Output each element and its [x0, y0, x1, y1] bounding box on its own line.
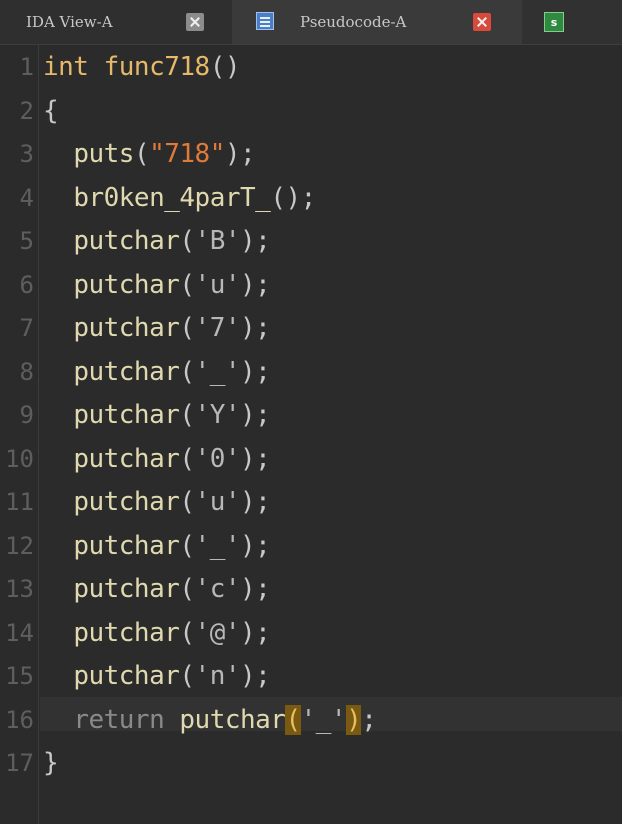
- function-call[interactable]: putchar: [73, 357, 180, 387]
- line-number: 5: [19, 227, 34, 255]
- char-literal: '7': [194, 313, 241, 343]
- close-icon[interactable]: [473, 13, 491, 31]
- highlighted-paren: (: [285, 704, 301, 735]
- line-number: 14: [5, 618, 34, 647]
- code-line: 2 {: [0, 89, 622, 133]
- code-text: putchar('_');: [73, 530, 271, 561]
- keyword: int: [43, 52, 89, 82]
- char-literal: '@': [194, 617, 241, 648]
- code-line: 16 return putchar('_');: [0, 698, 622, 742]
- code-line: 4 br0ken_4parT_();: [0, 176, 622, 220]
- line-number: 13: [5, 575, 34, 603]
- code-text: {: [43, 95, 59, 126]
- function-call[interactable]: putchar: [73, 400, 180, 430]
- code-line: 14 putchar('@');: [0, 611, 622, 655]
- function-call[interactable]: putchar: [73, 487, 180, 517]
- line-number: 7: [19, 314, 34, 342]
- function-call[interactable]: br0ken_4parT_: [73, 183, 271, 213]
- tab-label: Pseudocode-A: [300, 13, 407, 31]
- highlighted-paren: ): [346, 704, 362, 735]
- line-number: 6: [19, 270, 34, 299]
- code-text: }: [43, 748, 59, 778]
- char-literal: 'B': [194, 226, 241, 256]
- line-number: 2: [19, 96, 34, 125]
- code-line: 10 putchar('0');: [0, 437, 622, 481]
- tab-ida-view-a[interactable]: IDA View-A: [0, 0, 232, 44]
- tab-label: IDA View-A: [26, 13, 113, 31]
- function-name[interactable]: func718: [104, 52, 211, 82]
- code-line: 8 putchar('_');: [0, 350, 622, 394]
- tab-pseudocode-a[interactable]: Pseudocode-A: [232, 0, 522, 44]
- char-literal: '_': [194, 356, 241, 387]
- function-call[interactable]: putchar: [179, 705, 286, 735]
- line-number: 10: [5, 444, 34, 473]
- line-number: 1: [19, 53, 34, 81]
- char-literal: '_': [194, 530, 241, 561]
- function-call[interactable]: putchar: [73, 270, 180, 300]
- line-number: 9: [19, 401, 34, 429]
- code-line: 12 putchar('_');: [0, 524, 622, 568]
- function-call[interactable]: putchar: [73, 574, 180, 604]
- code-line: 17 }: [0, 741, 622, 785]
- function-call[interactable]: putchar: [73, 313, 180, 343]
- code-text: putchar('c');: [73, 574, 271, 604]
- code-line: 5 putchar('B');: [0, 219, 622, 263]
- pseudocode-editor[interactable]: 1 int func718() 2 { 3 puts("718"); 4 br0…: [0, 45, 622, 824]
- code-text: putchar('u');: [73, 487, 271, 517]
- code-text: putchar('_');: [73, 356, 271, 387]
- code-text: int func718(): [43, 52, 241, 82]
- code-text: putchar('0');: [73, 443, 271, 474]
- char-literal: 'c': [194, 574, 241, 604]
- char-literal: 'u': [194, 269, 241, 300]
- code-text: putchar('7');: [73, 313, 271, 343]
- code-line: 7 putchar('7');: [0, 306, 622, 350]
- tab-strings-window[interactable]: s: [522, 0, 622, 44]
- code-text: putchar('@');: [73, 617, 271, 648]
- code-text: putchar('Y');: [73, 400, 271, 430]
- return-keyword: return: [73, 704, 165, 735]
- code-text: putchar('u');: [73, 269, 271, 300]
- function-call[interactable]: putchar: [73, 618, 180, 648]
- tab-bar: IDA View-A Pseudocode-A s: [0, 0, 622, 45]
- code-line: 6 putchar('u');: [0, 263, 622, 307]
- code-line: 1 int func718(): [0, 45, 622, 89]
- code-line: 9 putchar('Y');: [0, 393, 622, 437]
- char-literal: 'n': [194, 661, 241, 691]
- code-line: 11 putchar('u');: [0, 480, 622, 524]
- function-call[interactable]: puts: [73, 139, 134, 169]
- code-line: 15 putchar('n');: [0, 654, 622, 698]
- line-number: 3: [19, 140, 34, 168]
- char-literal: '_': [300, 704, 347, 735]
- close-icon[interactable]: [186, 13, 204, 31]
- line-number: 12: [5, 531, 34, 560]
- function-call[interactable]: putchar: [73, 661, 180, 691]
- code-text: putchar('n');: [73, 661, 271, 691]
- pseudocode-icon: [256, 12, 274, 30]
- line-number: 16: [5, 705, 34, 734]
- strings-window-icon: s: [544, 12, 564, 32]
- string-literal[interactable]: "718": [149, 139, 225, 169]
- char-literal: 'Y': [194, 400, 241, 430]
- line-number: 4: [19, 183, 34, 212]
- code-text: return putchar('_');: [73, 704, 377, 735]
- char-literal: 'u': [194, 487, 241, 517]
- code-line: 13 putchar('c');: [0, 567, 622, 611]
- function-call[interactable]: putchar: [73, 531, 180, 561]
- line-number: 8: [19, 357, 34, 386]
- function-call[interactable]: putchar: [73, 226, 180, 256]
- code-text: br0ken_4parT_();: [73, 182, 316, 213]
- char-literal: '0': [194, 443, 241, 474]
- function-call[interactable]: putchar: [73, 444, 180, 474]
- code-text: putchar('B');: [73, 226, 271, 256]
- line-number: 17: [5, 749, 34, 777]
- line-number: 15: [5, 662, 34, 690]
- line-number: 11: [5, 488, 34, 516]
- code-line: 3 puts("718");: [0, 132, 622, 176]
- code-text: puts("718");: [73, 139, 256, 169]
